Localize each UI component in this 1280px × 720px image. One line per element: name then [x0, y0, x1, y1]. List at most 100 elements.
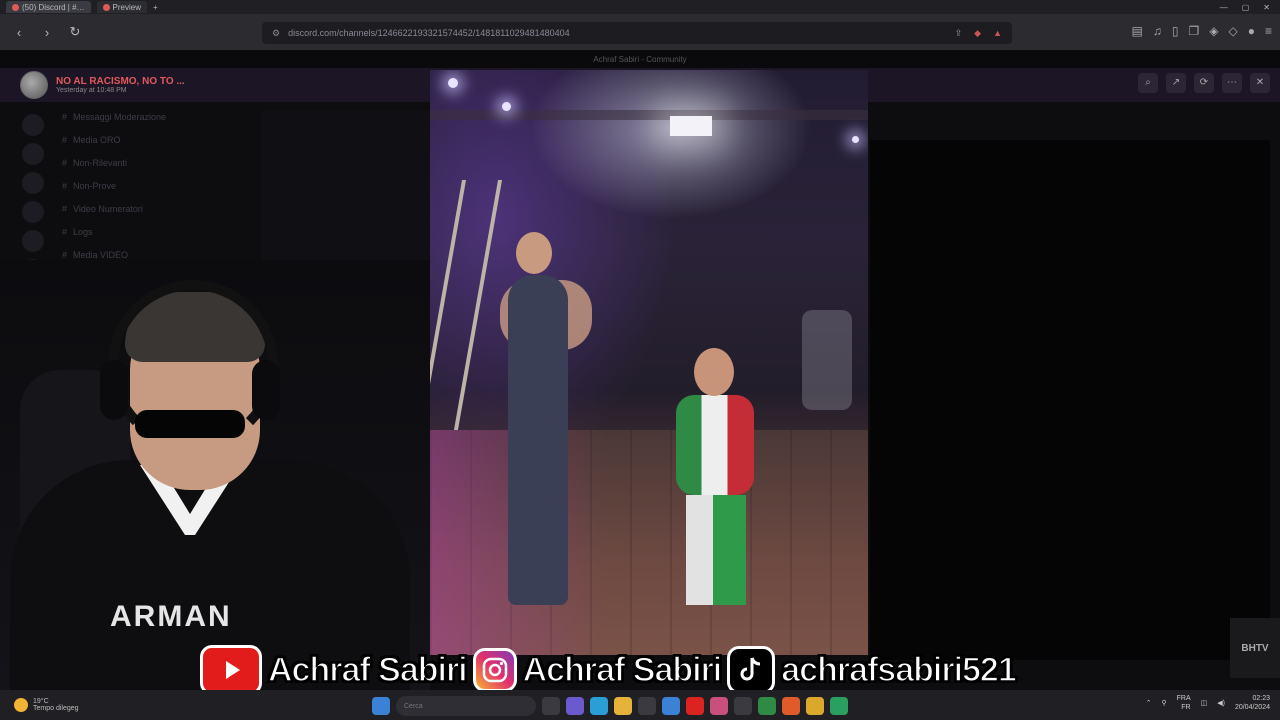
- url-actions: ⇪ ◆ ▲: [955, 28, 1002, 39]
- chat-icon[interactable]: [566, 697, 584, 715]
- start-icon[interactable]: [372, 697, 390, 715]
- server-icon[interactable]: [22, 114, 44, 136]
- page-info-icon[interactable]: ⚙: [272, 28, 280, 39]
- crew-figure: [802, 310, 852, 410]
- edge-icon[interactable]: [590, 697, 608, 715]
- webcam-overlay: ARMAN: [0, 260, 430, 690]
- settings-icon[interactable]: [734, 697, 752, 715]
- stage-light: [852, 136, 859, 143]
- location-icon[interactable]: ⚲: [1161, 699, 1166, 707]
- close-viewer-icon[interactable]: ✕: [1250, 73, 1270, 93]
- task-view-icon[interactable]: [542, 697, 560, 715]
- volume-icon[interactable]: ◀): [1217, 699, 1225, 707]
- extensions-icon[interactable]: ◈: [1209, 24, 1218, 38]
- avatar[interactable]: [20, 71, 48, 99]
- youtube-icon: [200, 645, 262, 695]
- url-text: discord.com/channels/1246622193321574452…: [288, 28, 570, 38]
- chrome-icon[interactable]: [806, 697, 824, 715]
- sun-icon: [14, 698, 28, 712]
- network-icon[interactable]: ◫: [1201, 699, 1208, 707]
- weather-desc: Tempo dilegeg: [33, 705, 79, 712]
- tab-discord[interactable]: (50) Discord | #…: [6, 1, 91, 13]
- language-indicator[interactable]: FRA FR: [1177, 694, 1191, 712]
- channel-item[interactable]: # Video Numeratori: [52, 197, 252, 220]
- channel-item[interactable]: # Messaggi Moderazione: [52, 105, 252, 128]
- sidebar-icon[interactable]: ▤: [1132, 24, 1143, 38]
- maximize-icon[interactable]: ▢: [1242, 3, 1250, 12]
- channel-item[interactable]: # Non-Prove: [52, 174, 252, 197]
- taskbar: 19°C Tempo dilegeg Cerca ⌃ ⚲ FRA FR ◫ ◀)…: [0, 690, 1280, 720]
- address-bar[interactable]: ⚙ discord.com/channels/12466221933215744…: [262, 22, 1012, 44]
- play-icon[interactable]: [758, 697, 776, 715]
- tiktok-name: achrafsabiri521: [781, 650, 1018, 690]
- tiktok-icon: [727, 646, 776, 694]
- clock[interactable]: 02:23 20/04/2024: [1235, 694, 1270, 712]
- app-icon[interactable]: [710, 697, 728, 715]
- shield-icon[interactable]: ◆: [974, 28, 981, 39]
- ceiling-light-panel: [670, 116, 712, 136]
- back-icon[interactable]: ‹: [10, 25, 28, 40]
- reload-icon[interactable]: ↻: [66, 24, 84, 40]
- stage-floor: [430, 430, 868, 655]
- weather-temp: 19°C: [33, 698, 49, 705]
- server-icon[interactable]: [22, 201, 44, 223]
- rewards-icon[interactable]: ▲: [993, 28, 1002, 39]
- menu-icon[interactable]: ≡: [1265, 24, 1272, 38]
- preview-favicon-icon: [102, 3, 110, 11]
- viewer-tools: ⌕ ↗ ⟳ ⋯ ✕: [1138, 73, 1270, 93]
- split-icon[interactable]: ▯: [1172, 24, 1179, 38]
- tab-preview[interactable]: Preview: [96, 1, 147, 13]
- woman-figure: [508, 275, 568, 605]
- server-icon[interactable]: [22, 230, 44, 252]
- stage-light: [502, 102, 511, 111]
- viewer-timestamp: Yesterday at 10:48 PM: [56, 87, 127, 94]
- rotate-icon[interactable]: ⟳: [1194, 73, 1214, 93]
- brave-icon[interactable]: [782, 697, 800, 715]
- channel-item[interactable]: # Media ORO: [52, 128, 252, 151]
- forward-icon[interactable]: ›: [38, 25, 56, 40]
- taskbar-apps: Cerca: [372, 696, 848, 716]
- channel-item[interactable]: # Logs: [52, 220, 252, 243]
- server-icon[interactable]: [22, 172, 44, 194]
- youtube-name: Achraf Sabiri: [267, 650, 468, 690]
- chevron-up-icon[interactable]: ⌃: [1146, 699, 1152, 707]
- instagram-name: Achraf Sabiri: [522, 650, 723, 690]
- channel-item[interactable]: # Non-Rilevanti: [52, 151, 252, 174]
- new-tab-icon[interactable]: +: [153, 3, 158, 12]
- discord-favicon-icon: [12, 3, 19, 11]
- music-icon[interactable]: ♫: [1153, 24, 1162, 38]
- shirt-print: ARMAN: [110, 600, 232, 633]
- more-icon[interactable]: ⋯: [1222, 73, 1242, 93]
- open-external-icon[interactable]: ↗: [1166, 73, 1186, 93]
- explorer-icon[interactable]: [614, 697, 632, 715]
- green-app-icon[interactable]: [830, 697, 848, 715]
- ladder: [430, 180, 503, 430]
- discord-window-title: Achraf Sabiri - Community: [0, 50, 1280, 68]
- social-banner: Achraf Sabiri Achraf Sabiri achrafsabiri…: [200, 645, 1090, 695]
- search-input[interactable]: Cerca: [396, 696, 536, 716]
- profile-icon[interactable]: ●: [1248, 24, 1255, 38]
- viewed-image[interactable]: [430, 70, 868, 655]
- stage-light: [448, 78, 458, 88]
- tab-label: (50) Discord | #…: [22, 2, 85, 12]
- minimize-icon[interactable]: —: [1220, 3, 1228, 12]
- opera-icon[interactable]: [686, 697, 704, 715]
- viewer-title: NO AL RACISMO, NO TO ...: [56, 76, 185, 87]
- weather-widget[interactable]: 19°C Tempo dilegeg: [0, 698, 200, 712]
- wallet-icon[interactable]: ◇: [1229, 24, 1238, 38]
- toolbar-extensions: ▤ ♫ ▯ ❐ ◈ ◇ ● ≡: [1132, 24, 1272, 38]
- server-icon[interactable]: [22, 143, 44, 165]
- zoom-icon[interactable]: ⌕: [1138, 73, 1158, 93]
- browser-tab-strip: (50) Discord | #… Preview + — ▢ ✕: [0, 0, 1280, 14]
- screen: (50) Discord | #… Preview + — ▢ ✕ ‹ › ↻ …: [0, 0, 1280, 720]
- window-controls: — ▢ ✕: [1220, 3, 1280, 12]
- mail-icon[interactable]: [662, 697, 680, 715]
- sunglasses: [135, 410, 245, 438]
- share-icon[interactable]: ⇪: [955, 28, 963, 39]
- viewer-backdrop: [870, 140, 1270, 660]
- tab-label: Preview: [112, 2, 141, 12]
- store-icon[interactable]: [638, 697, 656, 715]
- copy-icon[interactable]: ❐: [1189, 24, 1200, 38]
- close-window-icon[interactable]: ✕: [1263, 3, 1270, 12]
- system-tray: ⌃ ⚲ FRA FR ◫ ◀) 02:23 20/04/2024: [1146, 694, 1270, 712]
